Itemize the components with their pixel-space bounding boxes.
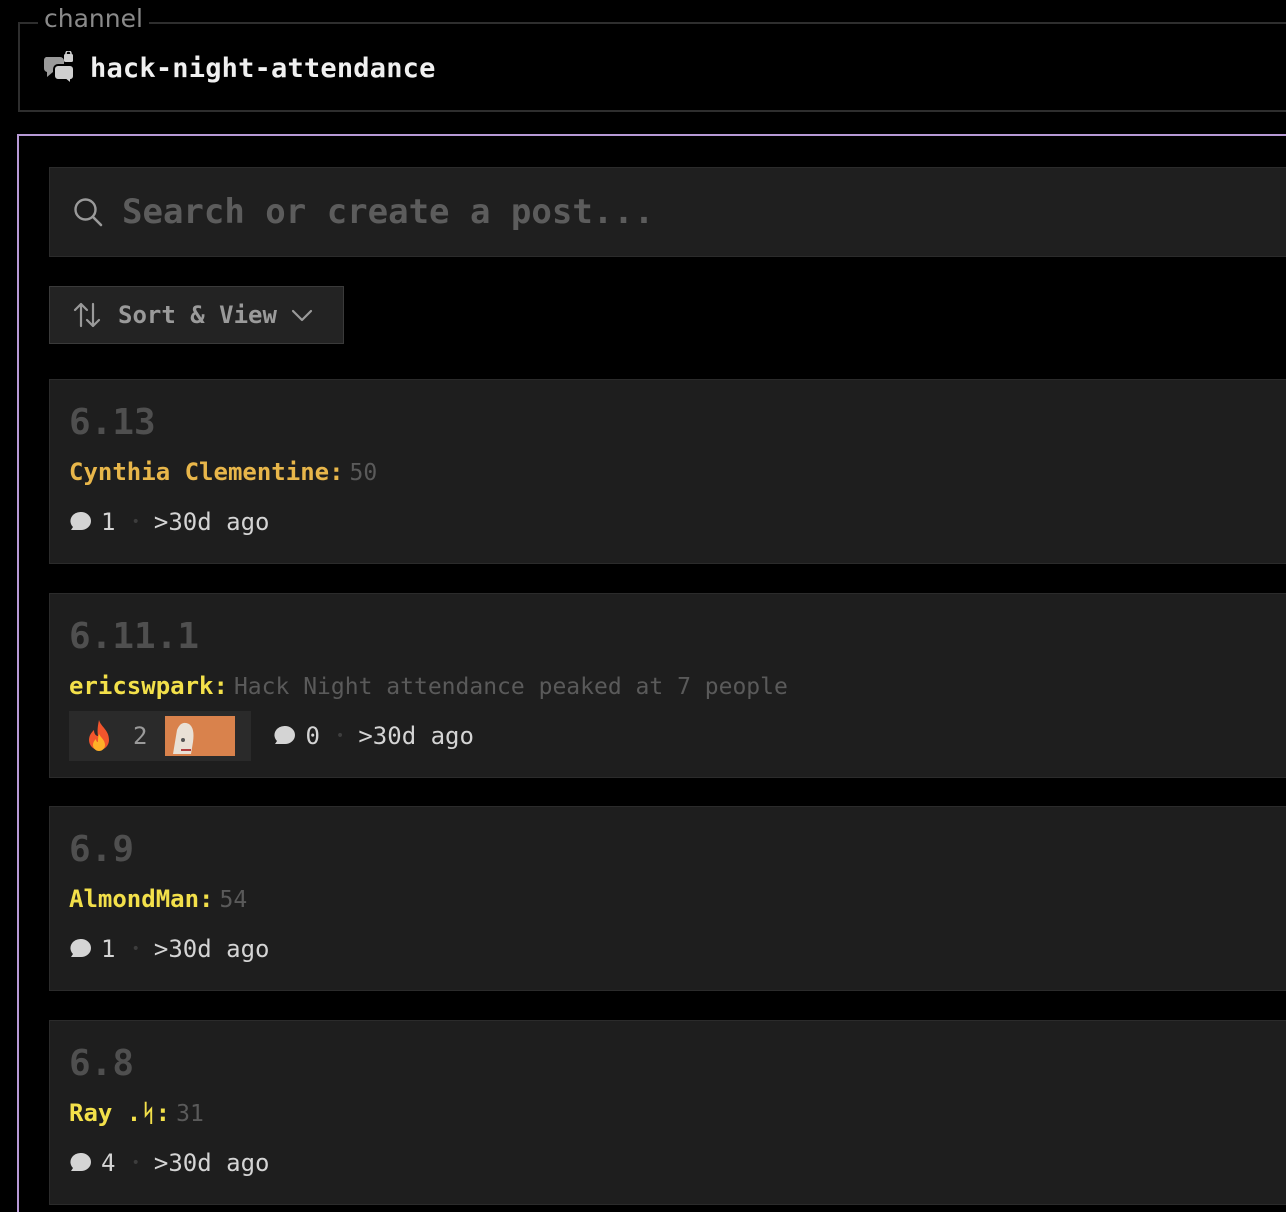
fire-icon <box>89 720 109 751</box>
post-preview-line: ericswpark: Hack Night attendance peaked… <box>69 672 788 700</box>
separator-dot: • <box>131 941 140 957</box>
author-colon: : <box>329 458 344 486</box>
post-time: >30d ago <box>153 1149 270 1177</box>
comment-count: 1 <box>101 508 116 536</box>
search-bar[interactable] <box>49 167 1286 257</box>
post-card[interactable]: 6.8 Ray .ᛋ: 31 4 • >30d ago <box>49 1020 1286 1205</box>
author-colon: : <box>155 1099 171 1127</box>
post-card[interactable]: 6.11.1 ericswpark: Hack Night attendance… <box>49 593 1286 778</box>
sort-arrows-icon <box>73 302 101 328</box>
post-author[interactable]: AlmondMan <box>69 885 199 913</box>
post-meta: 2 0 • >30d ago <box>69 711 474 761</box>
post-time: >30d ago <box>153 508 270 536</box>
comment-bubble-icon <box>70 1152 91 1171</box>
post-meta: 1 • >30d ago <box>69 935 269 963</box>
thumbnail-image <box>165 716 236 756</box>
chevron-down-icon <box>291 309 313 322</box>
reaction-count: 2 <box>133 722 148 750</box>
forum-icon <box>43 51 75 85</box>
post-author[interactable]: Cynthia Clementine <box>69 458 329 486</box>
post-time: >30d ago <box>358 722 474 750</box>
channel-name: hack-night-attendance <box>90 52 436 84</box>
post-title: 6.11.1 <box>69 616 200 657</box>
separator-dot: • <box>335 728 345 744</box>
sort-view-label: Sort & View <box>118 301 277 329</box>
post-title: 6.13 <box>69 402 156 443</box>
comment-bubble-icon <box>70 511 91 530</box>
post-author[interactable]: Ray .ᛋ <box>69 1099 156 1127</box>
channel-legend: channel <box>38 4 149 34</box>
post-meta: 1 • >30d ago <box>69 508 269 536</box>
post-preview-line: Ray .ᛋ: 31 <box>69 1099 204 1127</box>
post-card[interactable]: 6.9 AlmondMan: 54 1 • >30d ago <box>49 806 1286 991</box>
search-input[interactable] <box>122 192 1222 232</box>
comment-count: 0 <box>305 722 320 750</box>
reaction-bar[interactable]: 2 <box>69 711 252 761</box>
channel-title-row: hack-night-attendance <box>42 50 436 86</box>
post-preview-line: AlmondMan: 54 <box>69 885 247 913</box>
post-time: >30d ago <box>153 935 270 963</box>
comment-count: 4 <box>101 1149 116 1177</box>
author-colon: : <box>199 885 214 913</box>
sort-view-button[interactable]: Sort & View <box>49 286 344 344</box>
post-thumbnail[interactable] <box>165 716 236 756</box>
post-title: 6.9 <box>69 829 135 870</box>
post-preview: 31 <box>176 1101 204 1127</box>
author-colon: : <box>213 672 228 700</box>
separator-dot: • <box>131 514 140 530</box>
comment-count: 1 <box>101 935 116 963</box>
post-meta: 4 • >30d ago <box>69 1149 269 1177</box>
post-preview-line: Cynthia Clementine: 50 <box>69 458 377 486</box>
post-preview: 50 <box>349 460 378 486</box>
post-title: 6.8 <box>69 1043 135 1084</box>
post-preview: 54 <box>219 887 248 913</box>
post-preview: Hack Night attendance peaked at 7 people <box>233 674 788 700</box>
separator-dot: • <box>131 1155 140 1171</box>
search-icon <box>74 198 103 227</box>
comment-bubble-icon <box>70 938 91 957</box>
post-author[interactable]: ericswpark <box>69 672 214 700</box>
comment-bubble-icon <box>274 725 296 744</box>
post-card[interactable]: 6.13 Cynthia Clementine: 50 1 • >30d ago <box>49 379 1286 564</box>
